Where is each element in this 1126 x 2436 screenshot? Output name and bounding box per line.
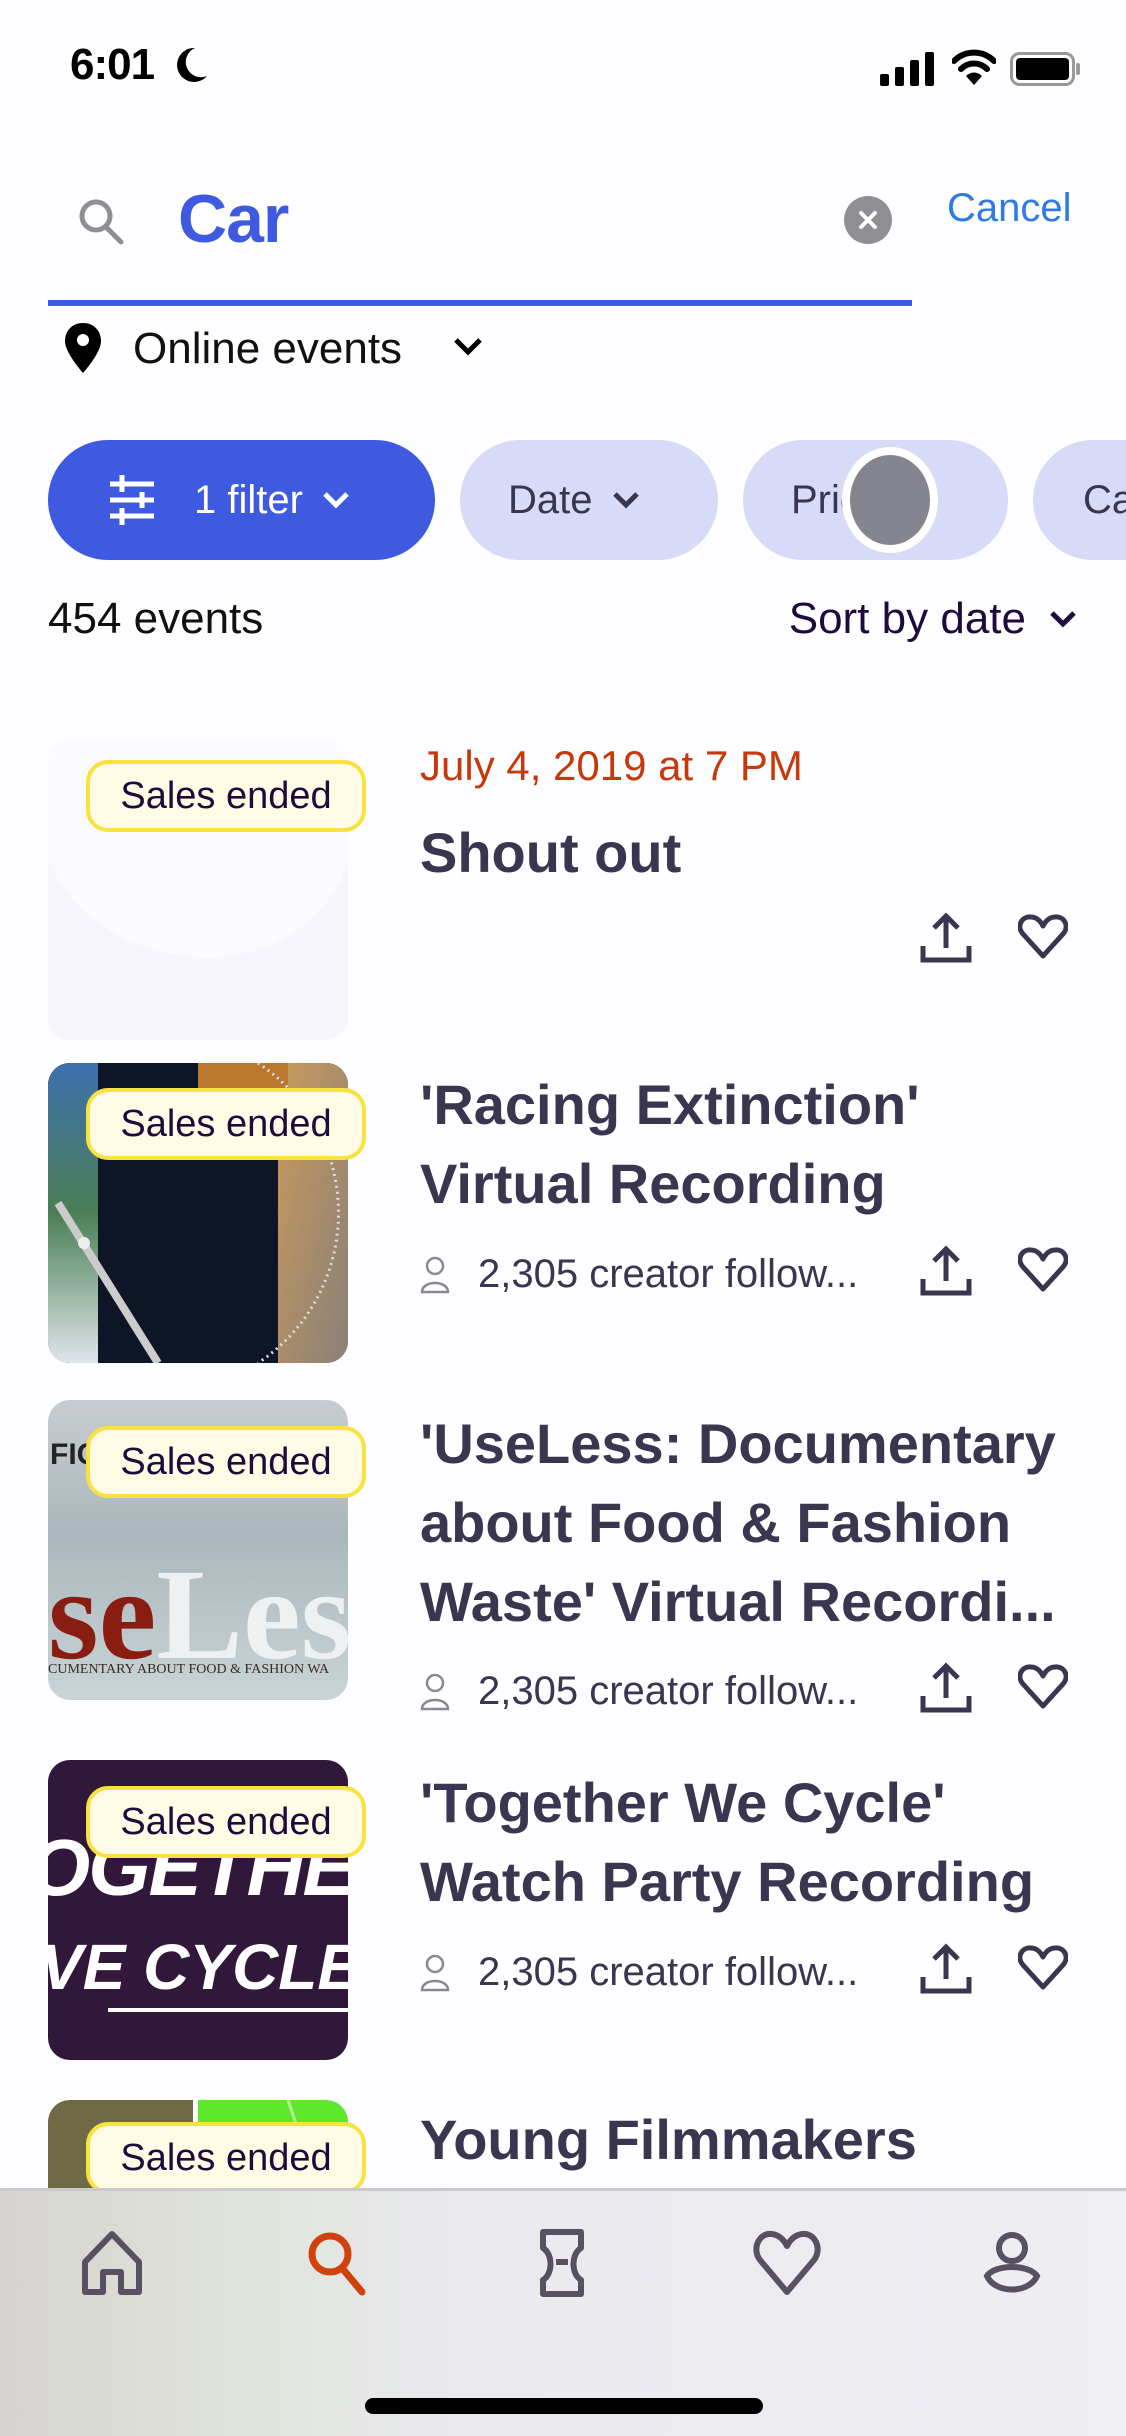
signal-icon (880, 52, 934, 86)
event-date: July 4, 2019 at 7 PM (420, 742, 803, 789)
sales-ended-badge: Sales ended (86, 1426, 366, 1498)
clear-icon (859, 211, 877, 229)
clear-search-button[interactable] (844, 196, 892, 244)
results-count: 454 events (48, 594, 264, 643)
wifi-icon (952, 49, 996, 85)
sales-ended-badge: Sales ended (86, 760, 366, 832)
heart-icon[interactable] (1018, 1247, 1068, 1293)
event-title[interactable]: 'Together We Cycle' Watch Party Recordin… (420, 1763, 1080, 1921)
home-icon[interactable] (77, 2228, 147, 2298)
event-title[interactable]: 'UseLess: Documentary about Food & Fashi… (420, 1404, 1080, 1641)
map-pin-icon (65, 323, 101, 373)
thumb-caption: CUMENTARY ABOUT FOOD & FASHION WA (48, 1662, 330, 1677)
person-icon (420, 1256, 450, 1293)
person-icon (420, 1954, 450, 1991)
sort-dropdown[interactable]: Sort by date (789, 594, 1078, 644)
creator-followers: 2,305 creator follow... (420, 1252, 858, 1297)
person-icon (420, 1673, 450, 1710)
event-title[interactable]: 'Racing Extinction' Virtual Recording (420, 1065, 1080, 1223)
location-selector[interactable]: Online events (133, 324, 402, 374)
sliders-icon (110, 475, 154, 525)
share-icon[interactable] (920, 912, 972, 964)
filter-chip-filters[interactable]: 1 filter (48, 440, 435, 560)
heart-icon[interactable] (752, 2228, 822, 2298)
sales-ended-badge: Sales ended (86, 1088, 366, 1160)
creator-followers: 2,305 creator follow... (420, 1950, 858, 1995)
share-icon[interactable] (920, 1245, 972, 1297)
chevron-down-icon (1050, 611, 1076, 628)
cancel-button[interactable]: Cancel (947, 186, 1072, 231)
filter-chip-label: Ca (1083, 477, 1126, 522)
chevron-down-icon[interactable] (452, 336, 484, 358)
heart-icon[interactable] (1018, 914, 1068, 960)
search-input[interactable]: Car (178, 180, 289, 258)
status-time: 6:01 (70, 40, 155, 89)
filter-chip-date[interactable]: Date (460, 440, 718, 560)
search-icon (79, 199, 124, 245)
chevron-down-icon (323, 492, 349, 509)
sales-ended-badge: Sales ended (86, 1786, 366, 1858)
creator-followers: 2,305 creator follow... (420, 1669, 858, 1714)
filter-chip-label: Date (508, 477, 593, 522)
filter-chip-label: 1 filter (194, 477, 303, 522)
ticket-icon[interactable] (527, 2228, 597, 2298)
heart-icon[interactable] (1018, 1945, 1068, 1991)
chevron-down-icon (612, 492, 639, 509)
thumb-text-line2: VE CYCLE (48, 1931, 348, 2003)
share-icon[interactable] (920, 1662, 972, 1714)
event-title[interactable]: Young Filmmakers (420, 2100, 1080, 2179)
filter-chip-category[interactable]: Ca (1033, 440, 1126, 560)
search-underline (48, 300, 912, 306)
sales-ended-badge: Sales ended (86, 2122, 366, 2194)
sort-label: Sort by date (788, 594, 1026, 643)
profile-icon[interactable] (977, 2228, 1047, 2298)
moon-icon (177, 47, 207, 82)
touch-indicator (842, 447, 938, 553)
search-icon[interactable] (302, 2228, 372, 2298)
home-indicator[interactable] (365, 2398, 763, 2414)
battery-icon (1010, 52, 1080, 86)
heart-icon[interactable] (1018, 1664, 1068, 1710)
event-title[interactable]: Shout out (420, 813, 1080, 892)
share-icon[interactable] (920, 1943, 972, 1995)
